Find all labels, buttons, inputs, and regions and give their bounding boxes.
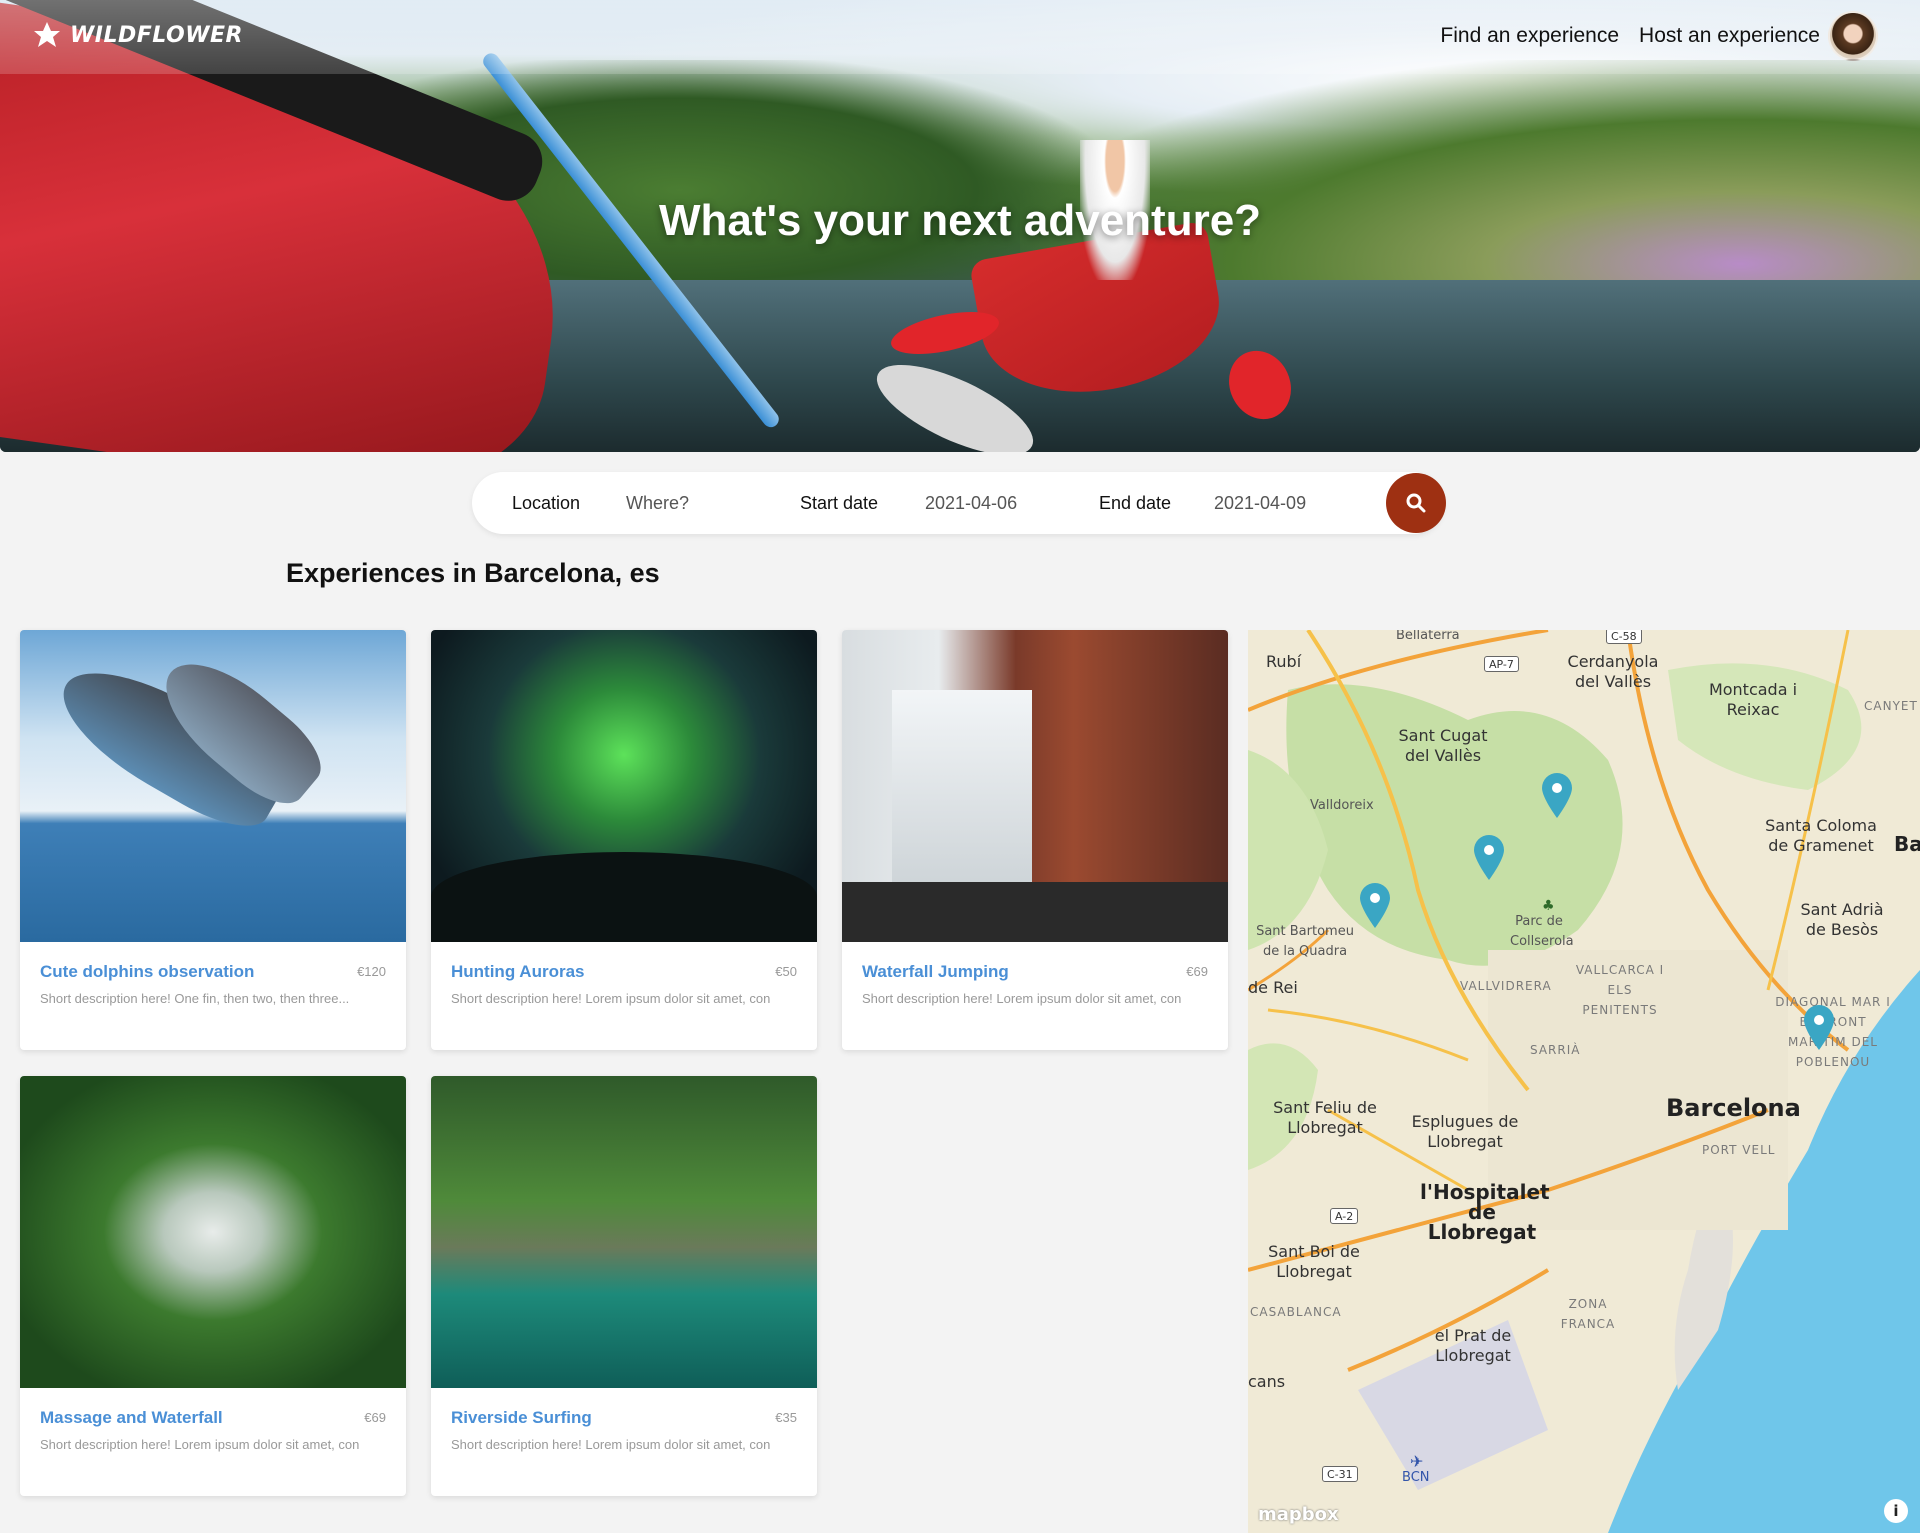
park-icon: ♣ — [1542, 898, 1555, 914]
experience-card[interactable]: Hunting Auroras €50 Short description he… — [431, 630, 817, 1050]
wildflower-logo-icon — [32, 20, 62, 50]
end-date-label: End date — [1099, 493, 1172, 513]
map-label: PORT VELL — [1702, 1143, 1776, 1157]
map-label: el Prat de Llobregat — [1434, 1326, 1512, 1365]
experience-image — [20, 1076, 406, 1388]
map-label: Santa Coloma de Gramenet — [1765, 816, 1877, 855]
map-label: CASABLANCA — [1250, 1305, 1342, 1319]
start-date-label: Start date — [800, 493, 879, 513]
map-marker-icon[interactable] — [1540, 772, 1574, 820]
experience-title[interactable]: Cute dolphins observation — [40, 962, 254, 982]
map-label: Valldoreix — [1310, 798, 1374, 813]
search-button[interactable] — [1386, 473, 1446, 533]
map-label: Esplugues de Llobregat — [1411, 1112, 1519, 1151]
map-background — [1248, 630, 1920, 1533]
map-label: Parc de Collserola — [1510, 914, 1574, 949]
end-date-input[interactable]: 2021-04-09 — [1214, 493, 1306, 514]
experience-image — [20, 630, 406, 942]
airport-icon: ✈ — [1410, 1452, 1424, 1471]
experience-card[interactable]: Cute dolphins observation €120 Short des… — [20, 630, 406, 1050]
map-marker-icon[interactable] — [1472, 834, 1506, 882]
nav-links: Find an experience Host an experience — [1440, 24, 1820, 48]
ground-shape — [842, 882, 1228, 942]
start-date-input[interactable]: 2021-04-06 — [925, 493, 1017, 514]
map-label: Sant Boi de Llobregat — [1268, 1242, 1360, 1281]
map-label: Rubí — [1266, 652, 1302, 671]
experience-description: Short description here! Lorem ipsum dolo… — [451, 991, 771, 1006]
hero-title: What's your next adventure? — [658, 196, 1262, 245]
map-label: Barcelona — [1666, 1094, 1801, 1122]
airport-label: BCN — [1402, 1470, 1430, 1485]
map-label: VALLVIDRERA — [1460, 979, 1552, 993]
brand-name: WILDFLOWER — [70, 22, 243, 48]
road-badge: C-31 — [1322, 1466, 1358, 1482]
map-label: SARRIÀ — [1530, 1043, 1581, 1057]
experience-title[interactable]: Massage and Waterfall — [40, 1408, 223, 1428]
map-label: Sant Feliu de Llobregat — [1273, 1098, 1377, 1137]
experience-image — [431, 1076, 817, 1388]
experience-card[interactable]: Waterfall Jumping €69 Short description … — [842, 630, 1228, 1050]
location-input[interactable]: Where? — [626, 493, 689, 514]
search-bar: Location Where? Start date 2021-04-06 En… — [472, 472, 1446, 534]
map-label: Montcada i Reixac — [1708, 680, 1798, 719]
map-label: Ba — [1894, 832, 1920, 856]
road-badge: A-2 — [1330, 1208, 1359, 1224]
map-label: Sant Adrià de Besòs — [1800, 900, 1884, 939]
road-badge: C-58 — [1606, 630, 1642, 644]
brand-logo[interactable]: WILDFLOWER — [32, 20, 243, 50]
experience-price: €120 — [357, 964, 386, 979]
experience-image — [842, 630, 1228, 942]
top-navbar: WILDFLOWER Find an experience Host an ex… — [0, 0, 1920, 74]
experience-description: Short description here! Lorem ipsum dolo… — [451, 1437, 771, 1452]
map-label: l'Hospitalet de Llobregat — [1420, 1180, 1550, 1244]
info-icon[interactable]: i — [1884, 1499, 1908, 1523]
map-label: ZONA FRANCA — [1560, 1297, 1616, 1331]
map-label: Sant Bartomeu de la Quadra — [1256, 924, 1354, 959]
nav-host-experience[interactable]: Host an experience — [1639, 24, 1820, 48]
mapbox-attribution[interactable]: mapbox — [1258, 1504, 1339, 1525]
experience-card[interactable]: Massage and Waterfall €69 Short descript… — [20, 1076, 406, 1496]
experiences-map[interactable]: Bellaterra Rubí Cerdanyola del Vallès Mo… — [1248, 630, 1920, 1533]
map-marker-icon[interactable] — [1802, 1004, 1836, 1052]
experience-title[interactable]: Waterfall Jumping — [862, 962, 1009, 982]
location-label: Location — [512, 493, 581, 513]
section-title: Experiences in Barcelona, es — [286, 558, 660, 588]
nav-find-experience[interactable]: Find an experience — [1440, 24, 1619, 48]
experience-title[interactable]: Riverside Surfing — [451, 1408, 592, 1428]
experience-price: €35 — [775, 1410, 797, 1425]
experience-price: €69 — [1186, 964, 1208, 979]
experience-description: Short description here! One fin, then tw… — [40, 991, 350, 1006]
experience-price: €50 — [775, 964, 797, 979]
map-label: Bellaterra — [1396, 630, 1460, 643]
experience-price: €69 — [364, 1410, 386, 1425]
map-label: VALLCARCA I ELS PENITENTS — [1575, 963, 1665, 1017]
road-badge: AP-7 — [1484, 656, 1519, 672]
aurora-landscape — [431, 852, 817, 942]
experience-card[interactable]: Riverside Surfing €35 Short description … — [431, 1076, 817, 1496]
map-label: CANYET — [1864, 699, 1918, 713]
map-marker-icon[interactable] — [1358, 882, 1392, 930]
experience-image — [431, 630, 817, 942]
map-label: Sant Cugat del Vallès — [1398, 726, 1488, 765]
waterfall-shape — [892, 690, 1032, 910]
search-icon — [1406, 493, 1426, 513]
experience-description: Short description here! Lorem ipsum dolo… — [862, 991, 1182, 1006]
map-label: cans — [1248, 1372, 1286, 1391]
map-label: Cerdanyola del Vallès — [1567, 652, 1659, 691]
map-label: de Rei — [1248, 978, 1298, 997]
experience-description: Short description here! Lorem ipsum dolo… — [40, 1437, 360, 1452]
user-avatar[interactable] — [1828, 11, 1878, 61]
experience-title[interactable]: Hunting Auroras — [451, 962, 584, 982]
